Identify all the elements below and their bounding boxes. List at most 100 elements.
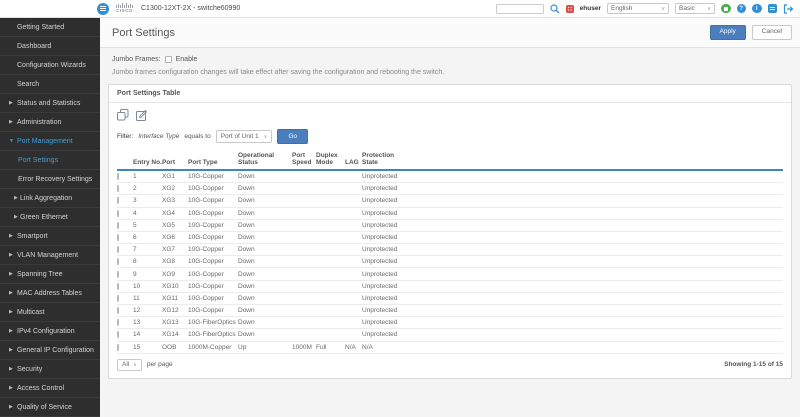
jumbo-frames-label: Jumbo Frames:	[112, 56, 161, 63]
chevron-collapsed-icon: ▶	[9, 404, 13, 410]
row-cell-port: XG12	[162, 307, 188, 314]
cancel-button[interactable]: Cancel	[752, 25, 792, 40]
display-mode-select[interactable]: Basic ∨	[675, 3, 715, 14]
chevron-collapsed-icon: ▶	[9, 366, 13, 372]
row-select-radio[interactable]	[117, 185, 119, 192]
row-select-radio[interactable]	[117, 331, 119, 338]
language-select[interactable]: English∨	[607, 3, 669, 14]
sidebar-item-security[interactable]: ▶Security	[0, 360, 100, 379]
row-select-radio[interactable]	[117, 295, 119, 302]
row-select-radio[interactable]	[117, 197, 119, 204]
table-filter-row: Filter: Interface Type equals to Port of…	[109, 123, 791, 150]
row-cell-status: Down	[238, 185, 292, 192]
sidebar-item-access-control[interactable]: ▶Access Control	[0, 379, 100, 398]
sidebar-item-general-ip-configuration[interactable]: ▶General IP Configuration	[0, 341, 100, 360]
row-cell-entry: 2	[133, 185, 162, 192]
chevron-collapsed-icon: ▶	[9, 328, 13, 334]
row-select-radio[interactable]	[117, 307, 119, 314]
sidebar-item-spanning-tree[interactable]: ▶Spanning Tree	[0, 265, 100, 284]
row-select-radio[interactable]	[117, 258, 119, 265]
row-cell-select	[117, 344, 133, 351]
search-icon[interactable]	[550, 4, 560, 14]
row-cell-port: XG5	[162, 222, 188, 229]
row-cell-status: Down	[238, 210, 292, 217]
filter-go-button[interactable]: Go	[277, 129, 308, 144]
hamburger-menu-icon[interactable]	[97, 3, 109, 15]
row-cell-entry: 6	[133, 234, 162, 241]
apply-button[interactable]: Apply	[710, 25, 746, 40]
save-icon[interactable]	[721, 4, 731, 14]
top-header-bar: CISCO C1300-12XT-2X - switche60990 ehuse…	[0, 0, 800, 18]
row-cell-status: Down	[238, 197, 292, 204]
row-cell-entry: 7	[133, 246, 162, 253]
global-search-input[interactable]	[496, 4, 544, 14]
column-header: Port Speed	[292, 152, 316, 167]
column-header: Operational Status	[238, 152, 292, 167]
sidebar-item-status-and-statistics[interactable]: ▶Status and Statistics	[0, 94, 100, 113]
sidebar-item-ipv4-configuration[interactable]: ▶IPv4 Configuration	[0, 322, 100, 341]
sidebar-item-mac-address-tables[interactable]: ▶MAC Address Tables	[0, 284, 100, 303]
chevron-down-icon: ∨	[707, 6, 711, 12]
sidebar-item-getting-started[interactable]: Getting Started	[0, 18, 100, 37]
row-cell-port: XG14	[162, 331, 188, 338]
cisco-logo: CISCO	[116, 3, 133, 14]
jumbo-frames-note: Jumbo frames configuration changes will …	[112, 69, 800, 76]
sidebar-item-administration[interactable]: ▶Administration	[0, 113, 100, 132]
display-mode-value: Basic	[679, 5, 695, 12]
row-select-radio[interactable]	[117, 222, 119, 229]
sidebar-item-vlan-management[interactable]: ▶VLAN Management	[0, 246, 100, 265]
sidebar-item-link-aggregation[interactable]: ▶Link Aggregation	[0, 189, 100, 208]
sidebar-item-configuration-wizards[interactable]: Configuration Wizards	[0, 56, 100, 75]
sidebar-item-smartport[interactable]: ▶Smartport	[0, 227, 100, 246]
row-cell-protection: Unprotected	[362, 295, 783, 302]
table-row: 12XG1210G-CopperDownUnprotected	[117, 305, 783, 317]
interface-type-select[interactable]: Port of Unit 1 ∨	[216, 130, 273, 143]
edit-icon[interactable]	[136, 109, 148, 121]
filter-operator: equals to	[184, 133, 210, 140]
chevron-collapsed-icon: ▶	[14, 195, 18, 201]
row-cell-type: 10G-FiberOptics	[188, 331, 238, 338]
sidebar-item-port-settings[interactable]: Port Settings	[0, 151, 100, 170]
row-cell-protection: Unprotected	[362, 258, 783, 265]
copy-settings-icon[interactable]	[117, 109, 129, 121]
row-cell-entry: 11	[133, 295, 162, 302]
row-select-radio[interactable]	[117, 246, 119, 253]
per-page-select[interactable]: All ∨	[117, 359, 142, 371]
row-cell-entry: 9	[133, 271, 162, 278]
row-select-radio[interactable]	[117, 344, 119, 351]
row-cell-select	[117, 283, 133, 290]
row-cell-select	[117, 197, 133, 204]
sidebar-item-search[interactable]: Search	[0, 75, 100, 94]
logout-icon[interactable]	[783, 4, 794, 14]
cli-console-icon[interactable]	[768, 4, 778, 14]
help-icon[interactable]: ?	[737, 4, 747, 14]
info-icon[interactable]: i	[752, 4, 762, 14]
row-select-radio[interactable]	[117, 319, 119, 326]
table-row: 8XG810G-CopperDownUnprotected	[117, 256, 783, 268]
row-select-radio[interactable]	[117, 283, 119, 290]
sidebar-item-multicast[interactable]: ▶Multicast	[0, 303, 100, 322]
row-cell-type: 10G-Copper	[188, 222, 238, 229]
alert-notification-icon[interactable]	[566, 5, 574, 13]
row-cell-type: 10G-Copper	[188, 173, 238, 180]
row-select-radio[interactable]	[117, 173, 119, 180]
row-select-radio[interactable]	[117, 210, 119, 217]
sidebar-item-port-management[interactable]: ▼Port Management	[0, 132, 100, 151]
row-cell-entry: 5	[133, 222, 162, 229]
table-row: 6XG610G-CopperDownUnprotected	[117, 232, 783, 244]
chevron-collapsed-icon: ▶	[9, 119, 13, 125]
sidebar-item-dashboard[interactable]: Dashboard	[0, 37, 100, 56]
jumbo-frames-checkbox[interactable]	[165, 56, 172, 63]
sidebar-item-error-recovery-settings[interactable]: Error Recovery Settings	[0, 170, 100, 189]
row-cell-type: 10G-Copper	[188, 295, 238, 302]
sidebar-item-label: Search	[0, 81, 39, 88]
row-select-radio[interactable]	[117, 234, 119, 241]
sidebar-item-quality-of-service[interactable]: ▶Quality of Service	[0, 398, 100, 417]
column-header: Port Type	[188, 159, 238, 166]
row-cell-protection: Unprotected	[362, 331, 783, 338]
row-cell-protection: Unprotected	[362, 197, 783, 204]
sidebar-item-green-ethernet[interactable]: ▶Green Ethernet	[0, 208, 100, 227]
row-select-radio[interactable]	[117, 271, 119, 278]
chevron-expanded-icon: ▼	[9, 138, 14, 144]
sidebar-item-label: Dashboard	[0, 43, 51, 50]
